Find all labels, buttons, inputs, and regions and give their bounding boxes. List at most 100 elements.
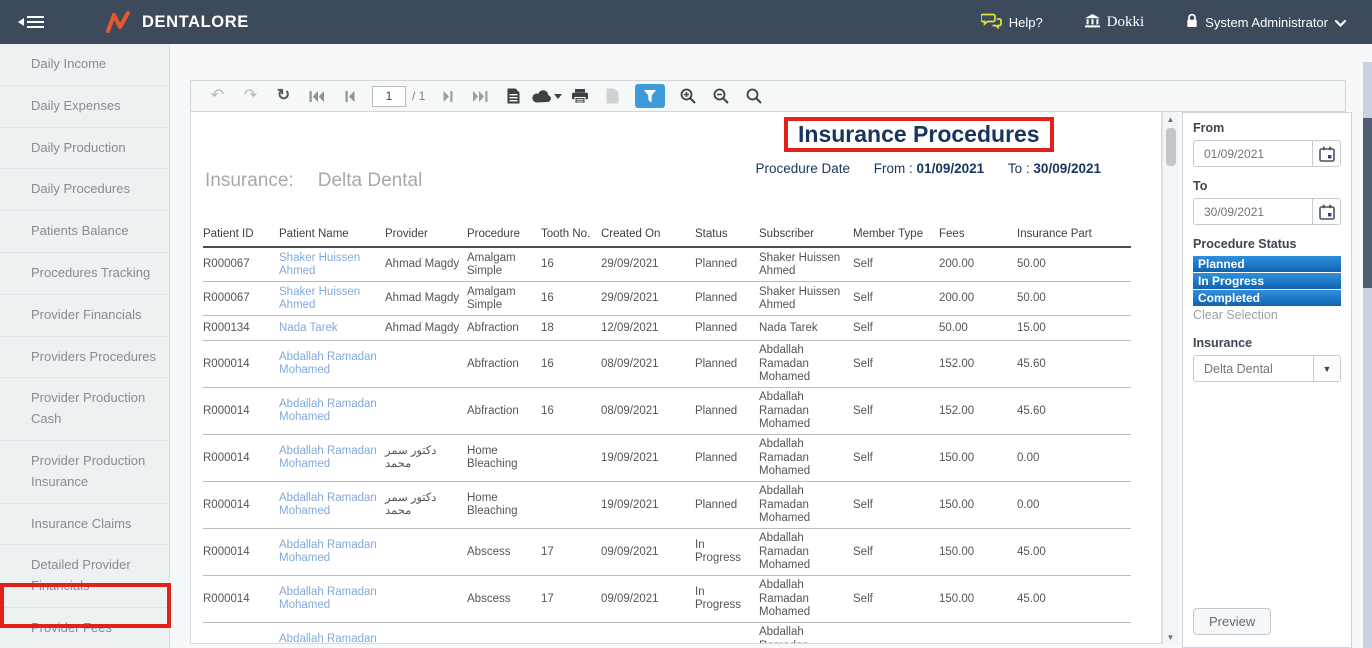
sidebar-item-insurance-claims[interactable]: Insurance Claims	[0, 504, 169, 546]
prev-page-button[interactable]	[333, 83, 366, 109]
refresh-button[interactable]: ↻	[267, 83, 300, 109]
cell-subscriber: Abdallah Ramadan Mohamed	[759, 579, 853, 619]
cell-subscriber: Nada Tarek	[759, 322, 853, 335]
cell-name[interactable]: Shaker Huissen Ahmed	[279, 286, 385, 312]
sidebar-item-providers-procedures[interactable]: Providers Procedures	[0, 337, 169, 379]
status-option-planned[interactable]: Planned	[1193, 256, 1341, 272]
to-label: To :	[1008, 161, 1030, 176]
cell-name[interactable]: Abdallah Ramadan Mohamed	[279, 445, 385, 471]
cell-subscriber: Abdallah Ramadan Mohamed	[759, 485, 853, 525]
from-date-input[interactable]	[1194, 141, 1312, 166]
user-menu[interactable]: System Administrator	[1186, 13, 1346, 31]
sidebar-item-provider-production-insurance[interactable]: Provider Production Insurance	[0, 441, 169, 504]
cell-name[interactable]: Abdallah Ramadan Mohamed	[279, 586, 385, 612]
sidebar-item-procedures-tracking[interactable]: Procedures Tracking	[0, 253, 169, 295]
table-row: R000067Shaker Huissen AhmedAhmad MagdyAm…	[203, 282, 1131, 316]
cell-name[interactable]: Abdallah Ramadan Mohamed	[279, 492, 385, 518]
preview-button[interactable]: Preview	[1193, 608, 1271, 635]
cell-member: Self	[853, 358, 939, 371]
branch-menu[interactable]: Dokki	[1085, 14, 1145, 31]
clear-selection-link[interactable]: Clear Selection	[1193, 308, 1341, 322]
sidebar-item-provider-financials[interactable]: Provider Financials	[0, 295, 169, 337]
scroll-up-icon[interactable]: ▲	[1163, 112, 1178, 126]
export-document-button[interactable]	[497, 83, 530, 109]
cell-name[interactable]: Abdallah Ramadan Mohamed	[279, 633, 385, 644]
cell-name[interactable]: Shaker Huissen Ahmed	[279, 252, 385, 278]
report-scrollbar[interactable]: ▲ ▼	[1162, 112, 1178, 644]
to-date-input[interactable]	[1194, 199, 1312, 224]
help-button[interactable]: Help?	[981, 13, 1043, 32]
cell-part: 50.00	[1017, 292, 1131, 305]
report-table-body: R000067Shaker Huissen AhmedAhmad MagdyAm…	[203, 248, 1131, 644]
cell-status: Planned	[695, 322, 759, 335]
sidebar-item-daily-income[interactable]: Daily Income	[0, 44, 169, 86]
next-page-button[interactable]	[431, 83, 464, 109]
print-page-button[interactable]	[596, 83, 629, 109]
cell-created: 12/09/2021	[601, 322, 695, 335]
cell-member: Self	[853, 546, 939, 559]
undo-button[interactable]: ↶	[201, 83, 234, 109]
first-page-button[interactable]	[300, 83, 333, 109]
sidebar-collapse-button[interactable]	[18, 13, 44, 31]
cell-name[interactable]: Nada Tarek	[279, 322, 385, 335]
report-toolbar: ↶ ↷ ↻ / 1	[190, 80, 1346, 112]
sidebar-item-provider-production-cash[interactable]: Provider Production Cash	[0, 378, 169, 441]
cell-procedure: Amalgam Simple	[467, 252, 541, 278]
to-date-group	[1193, 198, 1341, 225]
cell-part: 0.00	[1017, 499, 1131, 512]
page-faded-icon	[606, 88, 619, 104]
sidebar-item-daily-procedures[interactable]: Daily Procedures	[0, 169, 169, 211]
page-scrollbar-thumb[interactable]	[1363, 118, 1372, 288]
status-option-in-progress[interactable]: In Progress	[1193, 273, 1341, 289]
cell-provider: دكتور سمر محمد	[385, 445, 467, 471]
brand-logo-icon	[106, 11, 132, 33]
to-calendar-button[interactable]	[1312, 199, 1340, 224]
scrollbar-thumb[interactable]	[1166, 128, 1176, 166]
sidebar-item-provider-fees[interactable]: Provider Fees	[0, 608, 169, 648]
search-button[interactable]	[737, 83, 770, 109]
cell-fees: 152.00	[939, 405, 1017, 418]
sidebar-item-detailed-provider-financials[interactable]: Detailed Provider Financials	[0, 545, 169, 608]
insurance-label: Insurance:	[205, 170, 294, 191]
sidebar-item-daily-production[interactable]: Daily Production	[0, 128, 169, 170]
calendar-icon	[1319, 146, 1335, 162]
status-option-completed[interactable]: Completed	[1193, 290, 1341, 306]
scroll-down-icon[interactable]: ▼	[1163, 630, 1178, 644]
annotation-box-title: Insurance Procedures	[784, 117, 1054, 152]
cell-member: Self	[853, 593, 939, 606]
redo-button[interactable]: ↷	[234, 83, 267, 109]
sidebar-item-daily-expenses[interactable]: Daily Expenses	[0, 86, 169, 128]
cell-fees: 200.00	[939, 258, 1017, 271]
zoom-in-button[interactable]	[671, 83, 704, 109]
page-scrollbar[interactable]	[1363, 44, 1372, 648]
page-number-input[interactable]	[372, 86, 406, 107]
cell-part: 45.60	[1017, 405, 1131, 418]
zoom-out-button[interactable]	[704, 83, 737, 109]
cell-subscriber: Abdallah Ramadan Mohamed	[759, 438, 853, 478]
report-table: Patient IDPatient NameProviderProcedureT…	[203, 228, 1131, 644]
column-header-procedure: Procedure	[467, 228, 541, 241]
navbar-right: Help? Dokki System Administrator	[981, 13, 1372, 32]
cell-name[interactable]: Abdallah Ramadan Mohamed	[279, 351, 385, 377]
cell-fees: 200.00	[939, 292, 1017, 305]
cell-name[interactable]: Abdallah Ramadan Mohamed	[279, 398, 385, 424]
column-header-member: Member Type	[853, 228, 939, 241]
cell-subscriber: Abdallah Ramadan Mohamed	[759, 391, 853, 431]
last-page-button[interactable]	[464, 83, 497, 109]
from-calendar-button[interactable]	[1312, 141, 1340, 166]
zoom-out-icon	[713, 88, 729, 104]
brand-name: DENTALORE	[142, 13, 249, 32]
insurance-select-value: Delta Dental	[1194, 356, 1313, 381]
print-button[interactable]	[563, 83, 596, 109]
cell-part: 45.00	[1017, 546, 1131, 559]
cell-subscriber: Shaker Huissen Ahmed	[759, 252, 853, 278]
procedure-status-label: Procedure Status	[1193, 237, 1341, 251]
table-row: R000067Shaker Huissen AhmedAhmad MagdyAm…	[203, 248, 1131, 282]
dropdown-arrow-icon: ▼	[1313, 356, 1340, 381]
sidebar-item-patients-balance[interactable]: Patients Balance	[0, 211, 169, 253]
filter-button[interactable]	[635, 84, 665, 108]
cell-name[interactable]: Abdallah Ramadan Mohamed	[279, 539, 385, 565]
insurance-select[interactable]: Delta Dental ▼	[1193, 355, 1341, 382]
download-button[interactable]	[530, 83, 563, 109]
top-navbar: DENTALORE Help? Dokki System Administrat…	[0, 0, 1372, 44]
